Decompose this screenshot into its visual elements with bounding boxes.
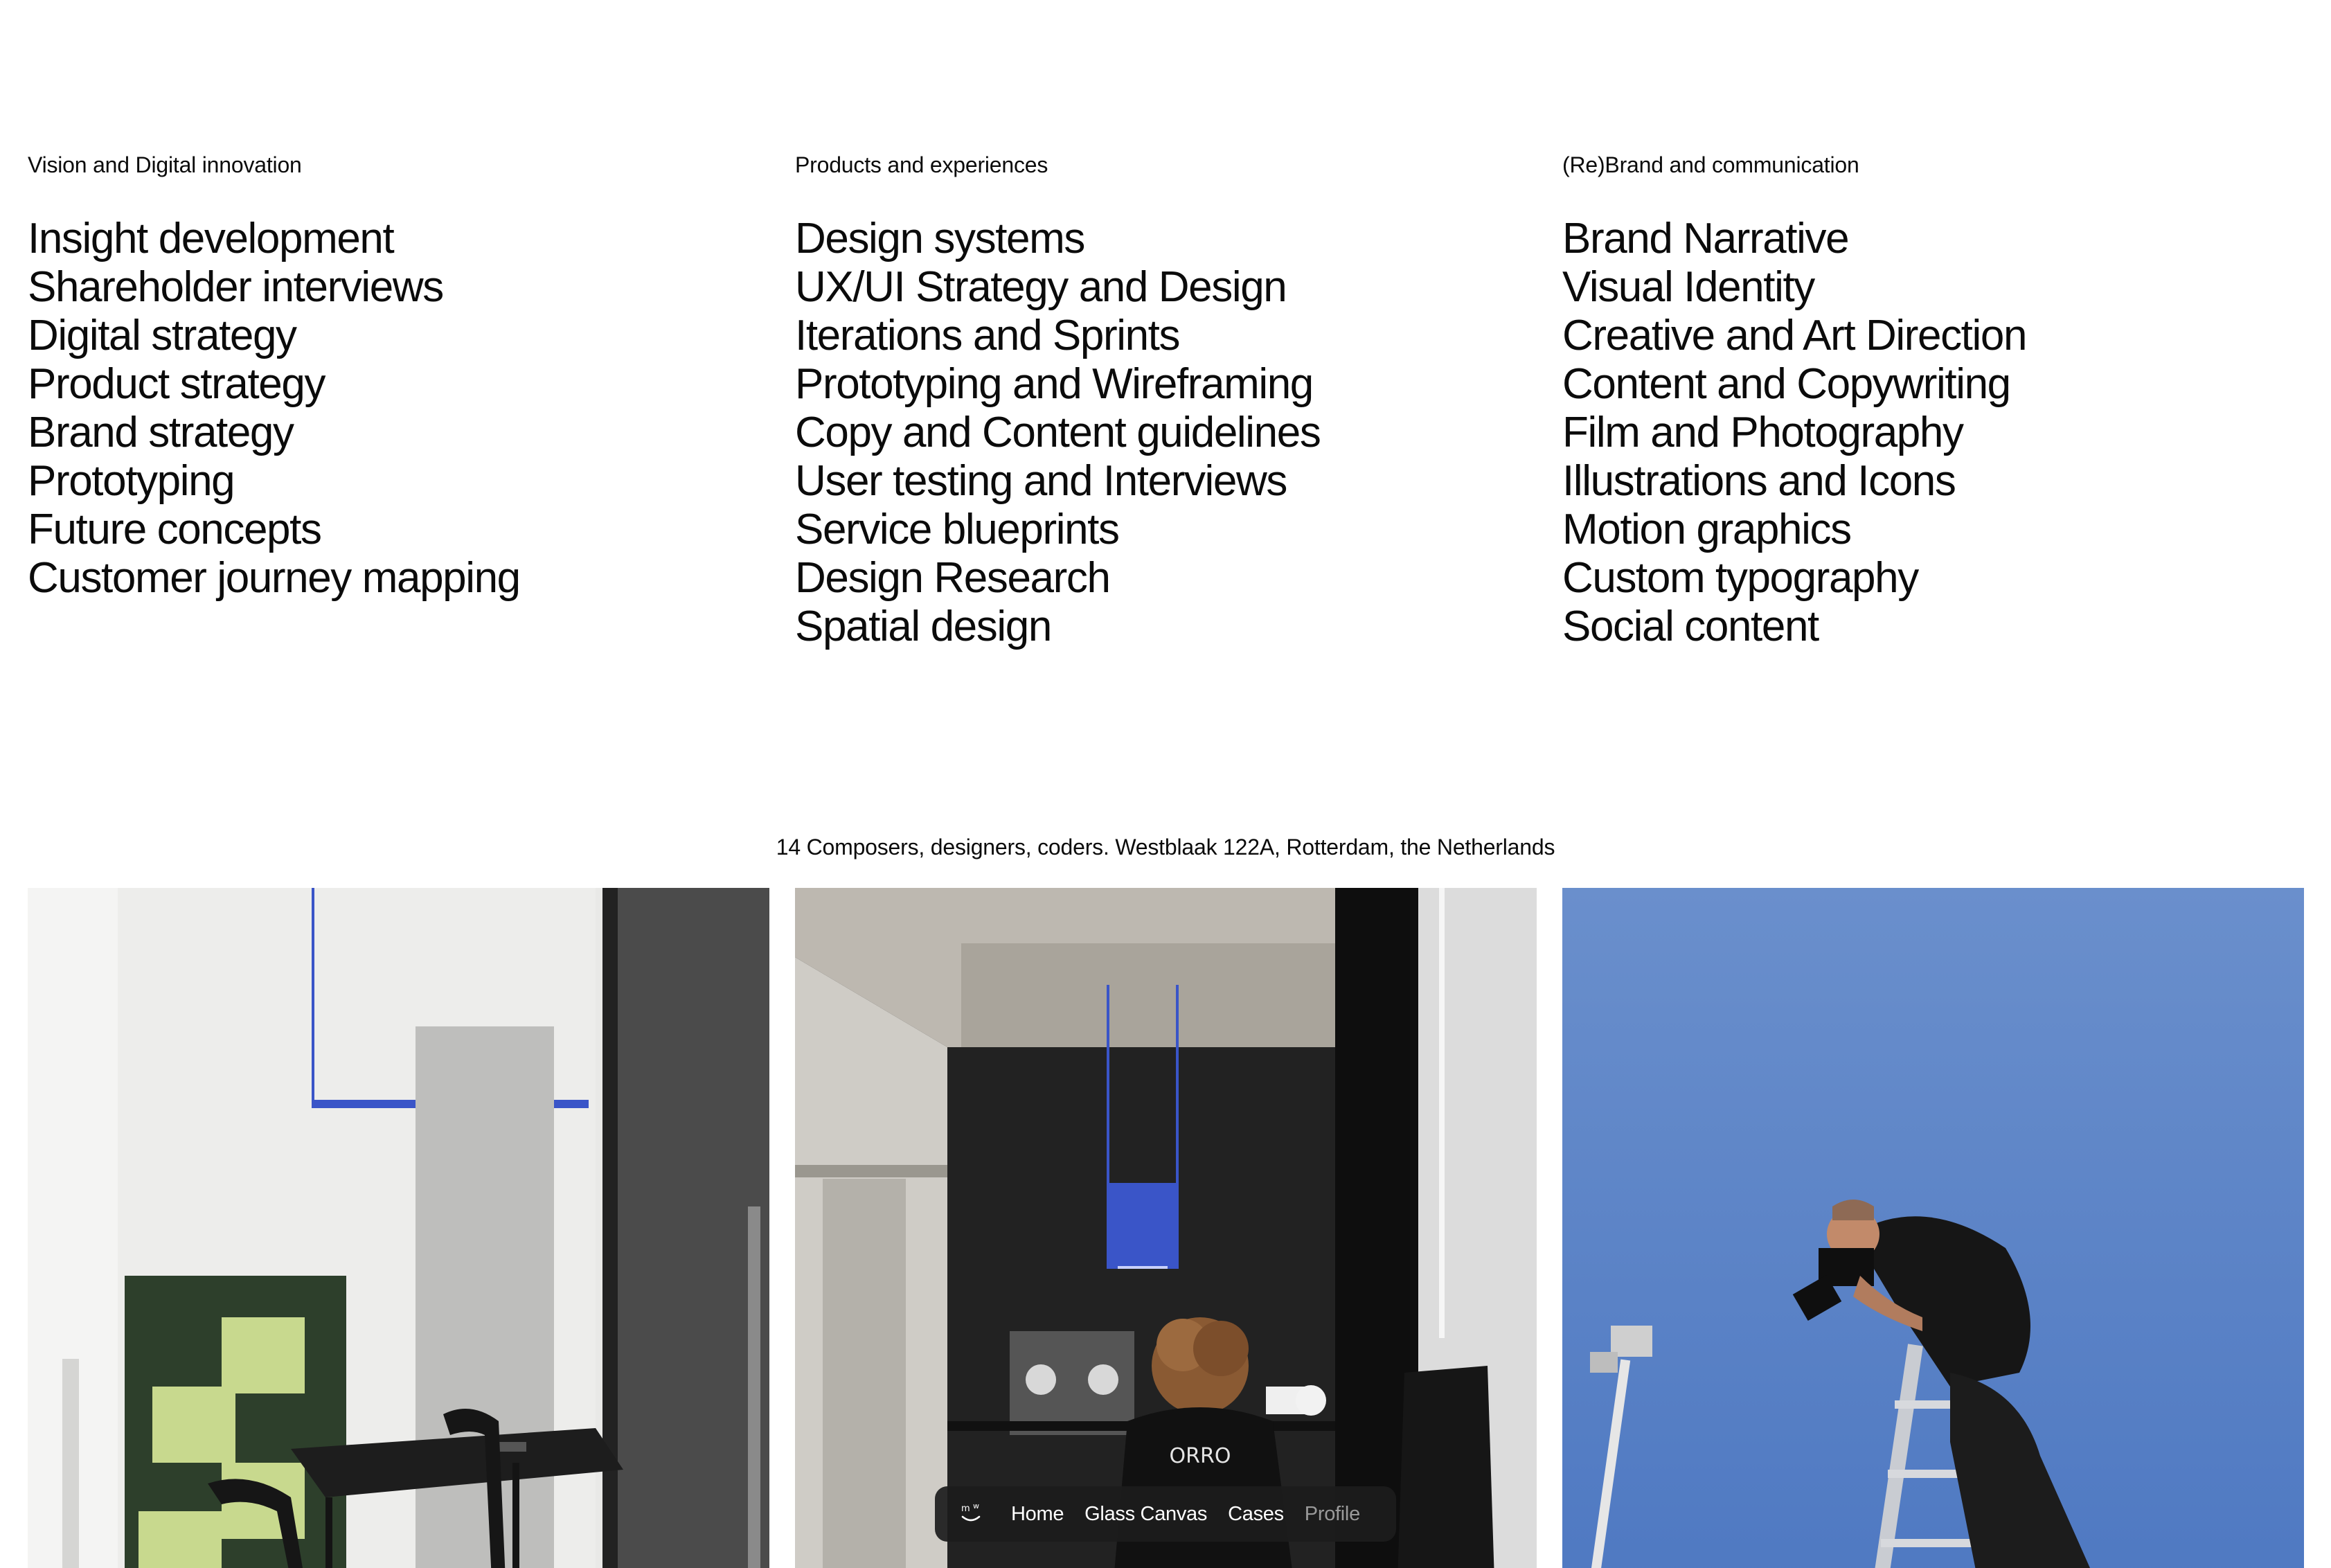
nav-glass-canvas[interactable]: Glass Canvas bbox=[1084, 1503, 1207, 1526]
nav-home[interactable]: Home bbox=[1011, 1503, 1064, 1526]
page: Vision and Digital innovation Insight de… bbox=[0, 0, 2331, 1568]
service-item: Visual Identity bbox=[1562, 263, 1815, 311]
service-item: Prototyping bbox=[28, 457, 235, 505]
service-item: UX/UI Strategy and Design bbox=[795, 263, 1287, 311]
service-list: Brand Narrative Visual Identity Creative… bbox=[1562, 215, 2304, 651]
photographer-photo bbox=[1562, 888, 2304, 1568]
services-section: Vision and Digital innovation Insight de… bbox=[28, 151, 2303, 651]
service-list: Design systems UX/UI Strategy and Design… bbox=[795, 215, 1537, 651]
service-item: Content and Copywriting bbox=[1562, 360, 2011, 408]
service-item: Brand Narrative bbox=[1562, 215, 1850, 262]
service-item: Custom typography bbox=[1562, 554, 1919, 602]
column-heading: (Re)Brand and communication bbox=[1562, 152, 1859, 177]
service-item: Design Research bbox=[795, 554, 1111, 602]
service-item: Customer journey mapping bbox=[28, 554, 521, 602]
service-item: Copy and Content guidelines bbox=[795, 409, 1321, 456]
service-item: Service blueprints bbox=[795, 506, 1120, 553]
service-item: Prototyping and Wireframing bbox=[795, 360, 1314, 408]
column-heading: Vision and Digital innovation bbox=[28, 152, 302, 177]
nav-profile[interactable]: Profile bbox=[1305, 1503, 1360, 1526]
service-item: User testing and Interviews bbox=[795, 457, 1287, 505]
service-item: Social content bbox=[1562, 603, 1819, 650]
kitchen-photo: ORRO bbox=[795, 888, 1537, 1568]
service-item: Future concepts bbox=[28, 506, 322, 553]
service-item: Iterations and Sprints bbox=[795, 312, 1180, 359]
service-item: Film and Photography bbox=[1562, 409, 1964, 456]
service-list: Insight development Shareholder intervie… bbox=[28, 215, 769, 603]
photo-row: ORRO bbox=[28, 888, 2304, 1568]
studio-info: 14 Composers, designers, coders. Westbla… bbox=[776, 835, 1555, 859]
service-item: Illustrations and Icons bbox=[1562, 457, 1956, 505]
floating-nav: m w Home Glass Canvas Cases Profile bbox=[935, 1486, 1396, 1542]
column-heading: Products and experiences bbox=[795, 152, 1048, 177]
services-column-products: Products and experiences Design systems … bbox=[795, 151, 1537, 651]
service-item: Creative and Art Direction bbox=[1562, 312, 2027, 359]
service-item: Product strategy bbox=[28, 360, 325, 408]
service-item: Motion graphics bbox=[1562, 506, 1852, 553]
svg-text:m: m bbox=[961, 1504, 970, 1514]
service-item: Design systems bbox=[795, 215, 1085, 262]
service-item: Brand strategy bbox=[28, 409, 294, 456]
smiley-logo-icon[interactable]: m w bbox=[956, 1499, 986, 1529]
office-photo bbox=[28, 888, 769, 1568]
services-column-vision: Vision and Digital innovation Insight de… bbox=[28, 151, 769, 651]
service-item: Digital strategy bbox=[28, 312, 297, 359]
services-column-brand: (Re)Brand and communication Brand Narrat… bbox=[1562, 151, 2304, 651]
service-item: Insight development bbox=[28, 215, 395, 262]
nav-cases[interactable]: Cases bbox=[1228, 1503, 1284, 1526]
service-item: Spatial design bbox=[795, 603, 1052, 650]
svg-text:w: w bbox=[973, 1502, 979, 1511]
shirt-print-text: ORRO bbox=[1170, 1444, 1231, 1468]
service-item: Shareholder interviews bbox=[28, 263, 444, 311]
